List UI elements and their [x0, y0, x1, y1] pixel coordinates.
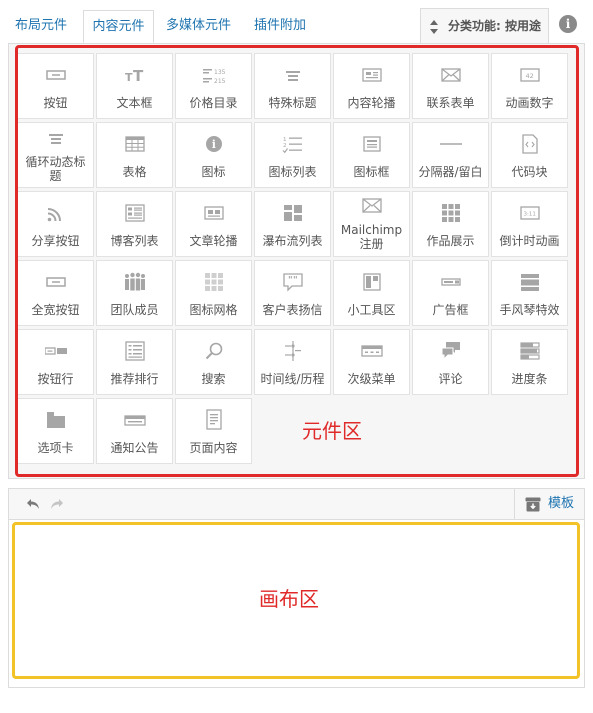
tab-layout-elements[interactable]: 布局元件 [15, 10, 67, 43]
tab-bar: 布局元件 内容元件 多媒体元件 插件附加 分类功能: 按用途 i [0, 0, 593, 46]
element-zone-label: 元件区 [302, 419, 362, 443]
editor-toolbar: 模板 [8, 488, 585, 520]
redo-icon[interactable] [50, 497, 64, 511]
element-zone-frame [15, 45, 579, 477]
sort-dropdown-button[interactable]: 分类功能: 按用途 [420, 8, 549, 44]
sort-arrows-icon [430, 20, 438, 34]
tab-plugin-addons[interactable]: 插件附加 [254, 10, 306, 43]
template-box-icon [525, 497, 541, 512]
tab-content-elements[interactable]: 内容元件 [83, 10, 154, 43]
template-button[interactable]: 模板 [514, 489, 585, 519]
template-button-label: 模板 [548, 496, 575, 511]
sort-button-label: 分类功能: 按用途 [448, 19, 541, 33]
undo-icon[interactable] [26, 497, 40, 511]
info-icon[interactable]: i [559, 15, 577, 33]
canvas-zone-label: 画布区 [259, 587, 319, 611]
tab-media-elements[interactable]: 多媒体元件 [166, 10, 231, 43]
